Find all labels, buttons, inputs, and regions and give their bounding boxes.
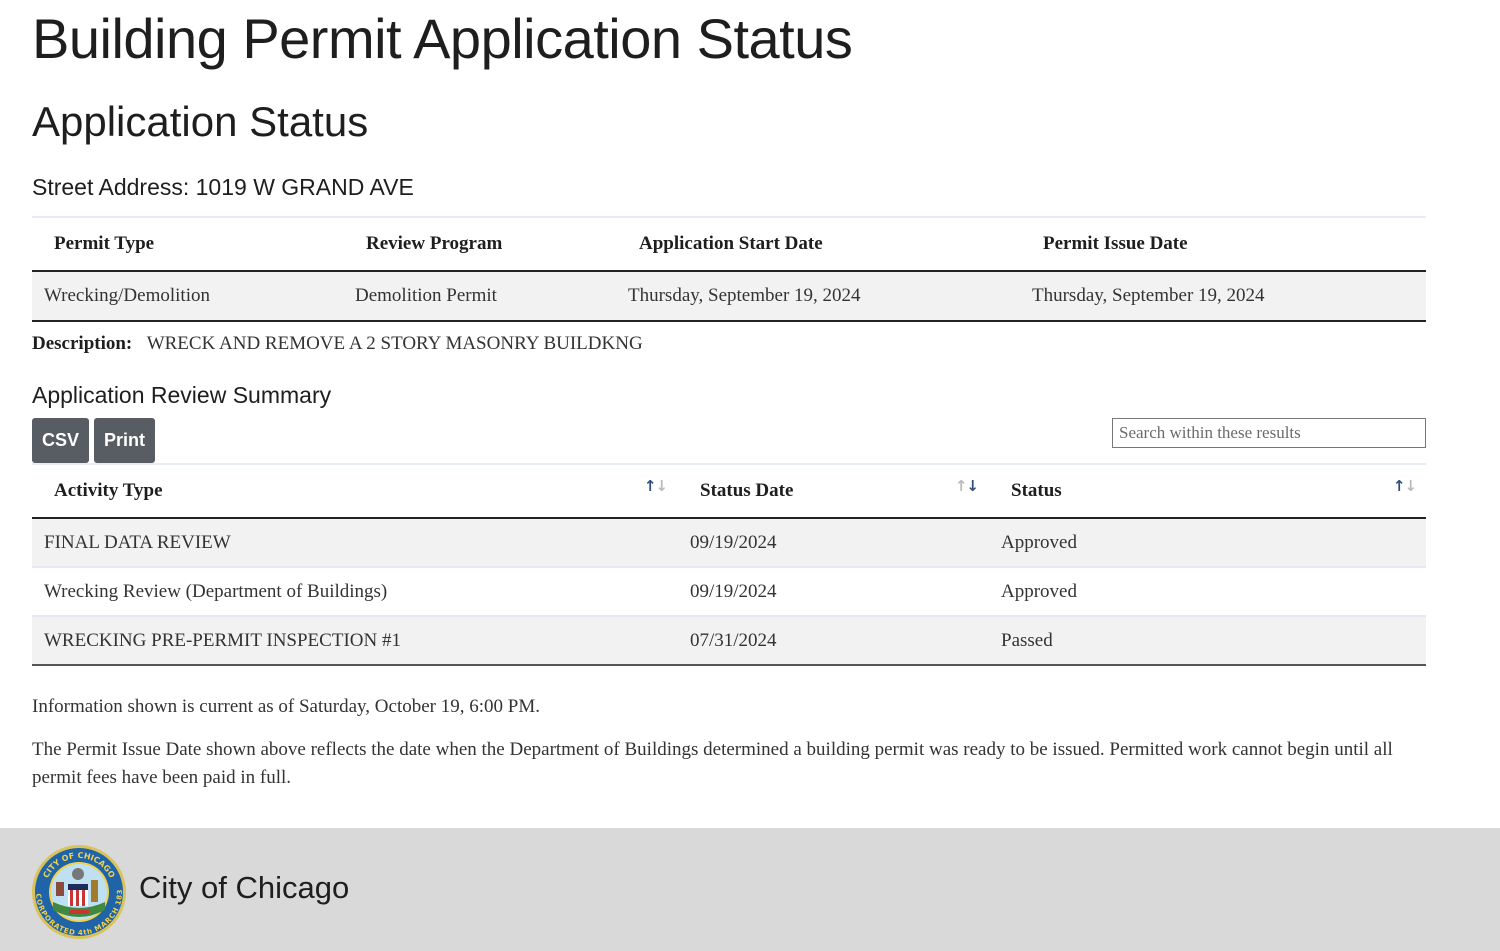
- column-label: Activity Type: [54, 480, 163, 501]
- csv-button[interactable]: CSV: [32, 418, 89, 463]
- status-cell: Approved: [988, 567, 1426, 617]
- sort-asc-icon[interactable]: ↑↓: [1393, 477, 1417, 495]
- activity-type-cell: WRECKING PRE-PERMIT INSPECTION #1: [32, 616, 677, 666]
- activity-type-cell: FINAL DATA REVIEW: [32, 518, 677, 568]
- street-address-value: 1019 W GRAND AVE: [195, 174, 414, 200]
- table-row: WRECKING PRE-PERMIT INSPECTION #1 07/31/…: [32, 616, 1426, 666]
- column-header-review-program: Review Program: [343, 217, 616, 272]
- status-date-cell: 09/19/2024: [677, 567, 988, 617]
- column-header-permit-type: Permit Type: [32, 217, 343, 272]
- review-table: Activity Type ↑↓ Status Date ↑↓ Status ↑…: [32, 463, 1426, 666]
- sort-asc-icon[interactable]: ↑↓: [644, 477, 668, 495]
- footer-city-name[interactable]: City of Chicago: [139, 870, 349, 906]
- column-header-status[interactable]: Status ↑↓: [988, 464, 1426, 519]
- permit-table-header: Permit Type Review Program Application S…: [32, 217, 1426, 272]
- status-cell: Approved: [988, 518, 1426, 568]
- description: Description: WRECK AND REMOVE A 2 STORY …: [32, 333, 643, 355]
- permit-table: Permit Type Review Program Application S…: [32, 216, 1426, 322]
- page-title: Building Permit Application Status: [32, 7, 853, 70]
- street-address: Street Address: 1019 W GRAND AVE: [32, 174, 414, 201]
- table-row: FINAL DATA REVIEW 09/19/2024 Approved: [32, 518, 1426, 568]
- status-date-cell: 07/31/2024: [677, 616, 988, 666]
- permit-issue-date-cell: Thursday, September 19, 2024: [1020, 271, 1426, 322]
- column-label: Status: [1011, 480, 1062, 501]
- print-button[interactable]: Print: [94, 418, 155, 463]
- review-summary-title: Application Review Summary: [32, 382, 332, 408]
- column-header-application-start-date: Application Start Date: [616, 217, 1020, 272]
- status-date-cell: 09/19/2024: [677, 518, 988, 568]
- description-value: WRECK AND REMOVE A 2 STORY MASONRY BUILD…: [146, 333, 643, 354]
- permit-row: Wrecking/Demolition Demolition Permit Th…: [32, 271, 1426, 322]
- city-seal-icon[interactable]: CITY OF CHICAGO INCORPORATED 4th MARCH 1…: [31, 844, 127, 940]
- column-label: Status Date: [700, 480, 794, 501]
- issue-date-note: The Permit Issue Date shown above reflec…: [32, 739, 1393, 788]
- column-header-activity-type[interactable]: Activity Type ↑↓: [32, 464, 677, 519]
- review-table-header: Activity Type ↑↓ Status Date ↑↓ Status ↑…: [32, 464, 1426, 519]
- activity-type-cell: Wrecking Review (Department of Buildings…: [32, 567, 677, 617]
- application-start-date-cell: Thursday, September 19, 2024: [616, 271, 1020, 322]
- section-title: Application Status: [32, 98, 369, 145]
- column-header-permit-issue-date: Permit Issue Date: [1020, 217, 1426, 272]
- search-input[interactable]: [1112, 418, 1426, 448]
- footer: CITY OF CHICAGO INCORPORATED 4th MARCH 1…: [0, 828, 1500, 951]
- description-label: Description:: [32, 333, 133, 354]
- review-program-cell: Demolition Permit: [343, 271, 616, 322]
- table-row: Wrecking Review (Department of Buildings…: [32, 567, 1426, 617]
- current-as-of-note: Information shown is current as of Satur…: [32, 696, 540, 717]
- column-header-status-date[interactable]: Status Date ↑↓: [677, 464, 988, 519]
- status-cell: Passed: [988, 616, 1426, 666]
- permit-type-cell: Wrecking/Demolition: [32, 271, 343, 322]
- street-address-label: Street Address:: [32, 174, 190, 200]
- sort-desc-icon[interactable]: ↑↓: [955, 477, 979, 495]
